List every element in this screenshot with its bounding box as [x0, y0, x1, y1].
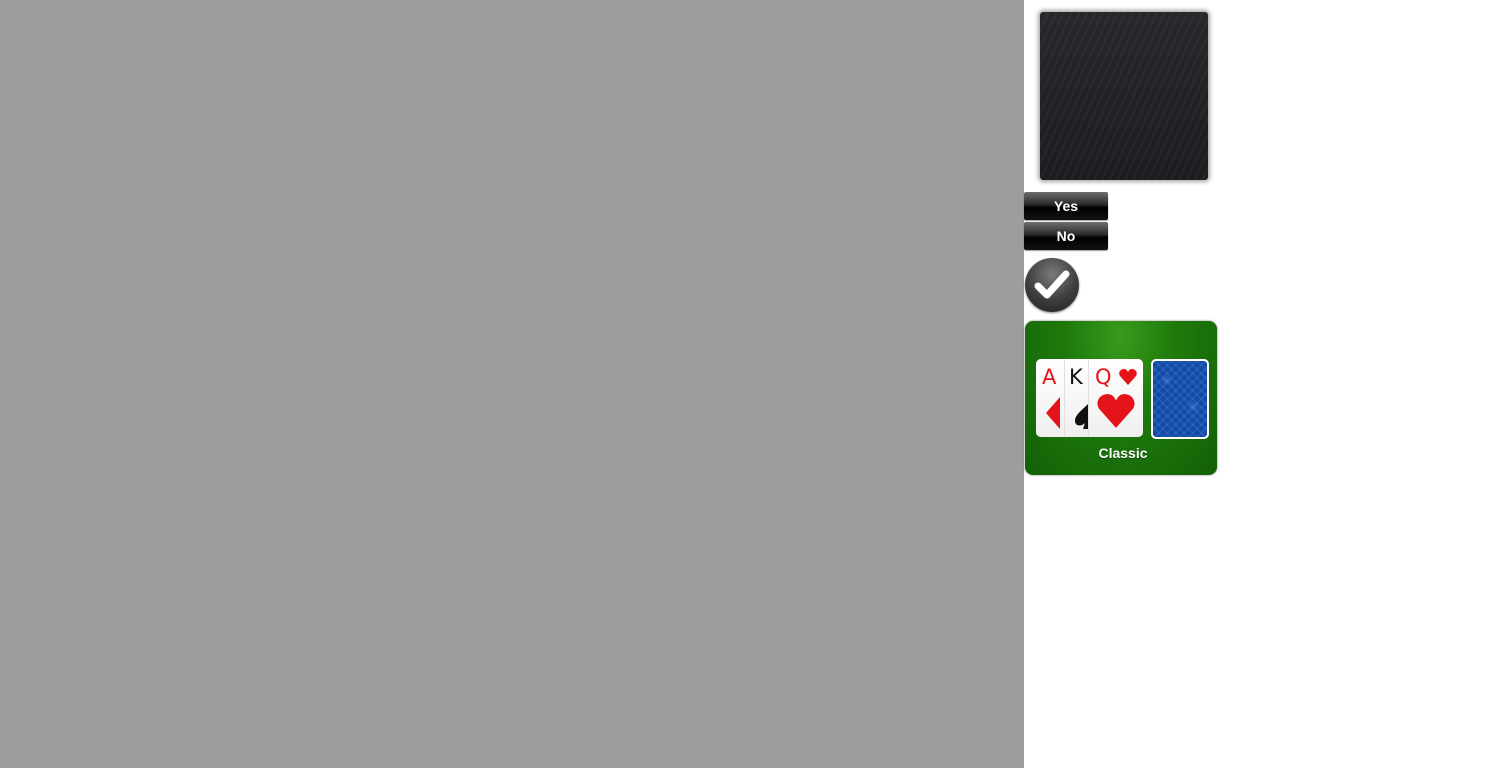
card-ace-diamonds: A: [1036, 359, 1064, 437]
card-queen-hearts: Q: [1088, 359, 1143, 437]
check-icon: [1034, 270, 1070, 299]
theme-option-classic[interactable]: A K Q Classic: [1025, 321, 1217, 475]
theme-card-fan: A K Q: [1036, 359, 1143, 437]
card-rank: K: [1069, 365, 1083, 389]
game-screen: Yes No A K Q Classic: [0, 0, 1500, 768]
theme-label: Classic: [1098, 445, 1148, 461]
card-rank: Q: [1095, 365, 1112, 389]
preview-panel: [1040, 12, 1208, 180]
heart-icon: [1119, 369, 1137, 385]
card-back: [1151, 359, 1209, 439]
modal-overlay: [0, 0, 1024, 768]
card-king-spades: K: [1064, 359, 1089, 437]
heart-icon: [1097, 394, 1135, 428]
spade-icon: [1075, 403, 1089, 429]
card-rank: A: [1042, 365, 1057, 389]
options-panel: Yes No A K Q Classic: [1024, 0, 1500, 768]
confirm-button[interactable]: [1025, 258, 1079, 312]
yes-button[interactable]: Yes: [1024, 192, 1108, 220]
diamond-icon: [1046, 397, 1060, 429]
no-button[interactable]: No: [1024, 222, 1108, 250]
